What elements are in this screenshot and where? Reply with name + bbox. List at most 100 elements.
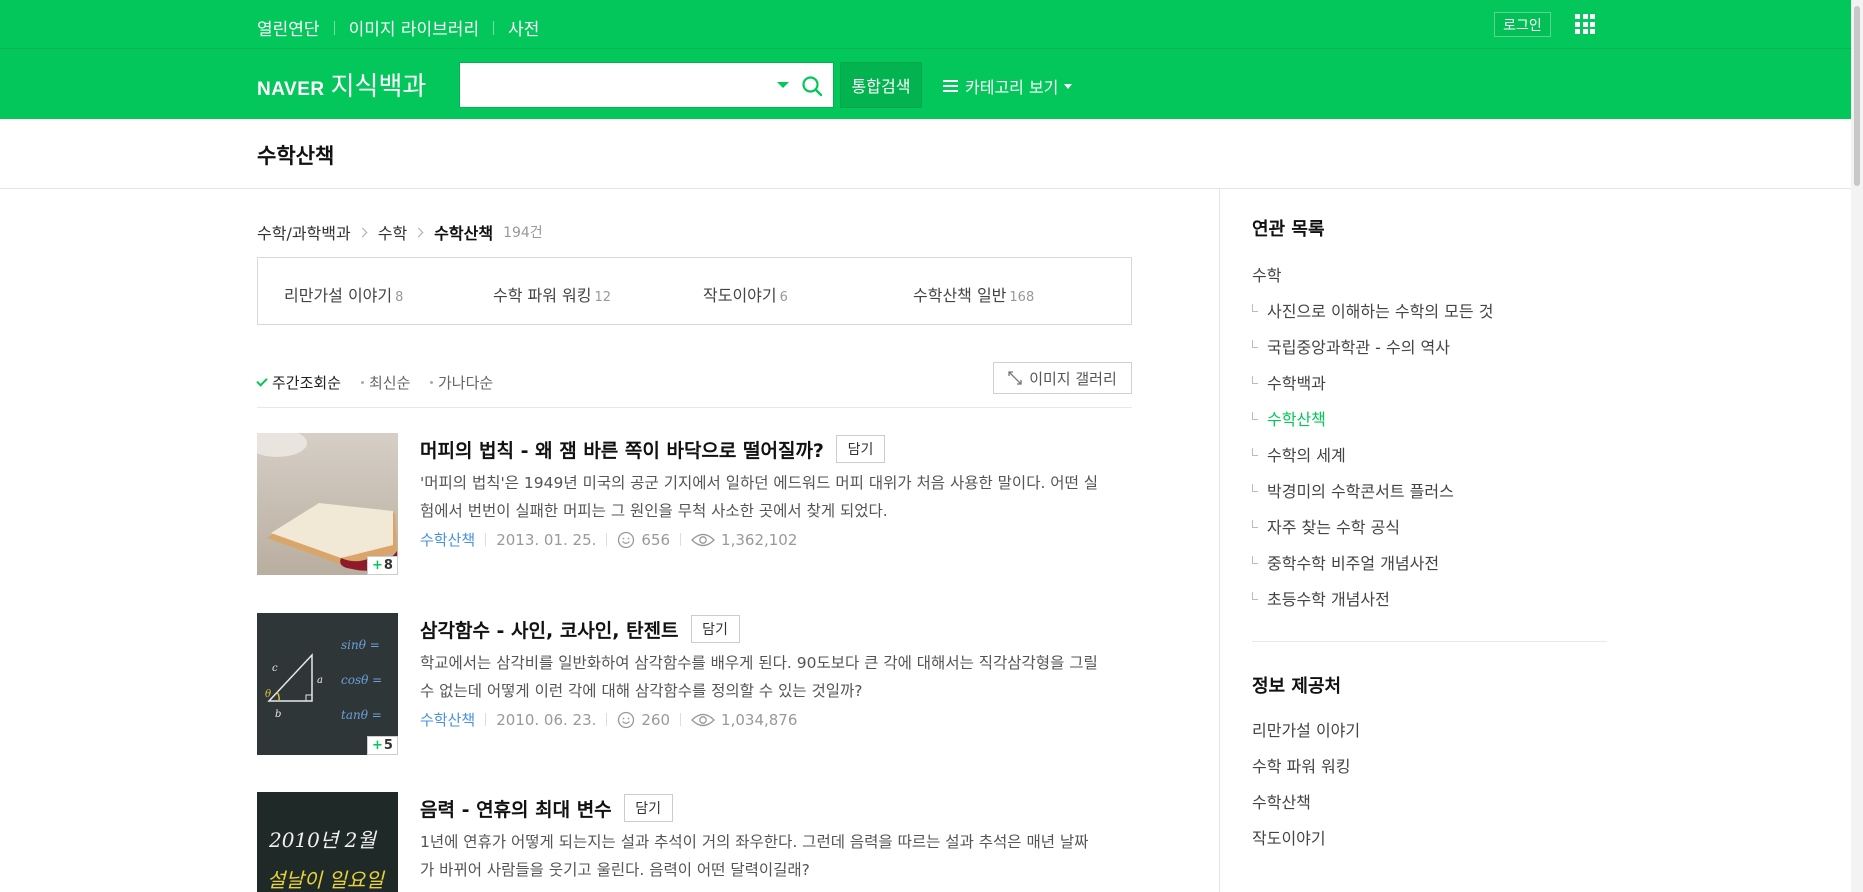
related-item-active[interactable]: 수학산책 [1252, 406, 1326, 430]
related-item[interactable]: 박경미의 수학콘서트 플러스 [1252, 478, 1454, 502]
sort-label: 최신순 [369, 374, 411, 392]
provider-link[interactable]: 리만가설 이야기 [1252, 717, 1360, 741]
svg-text:θ: θ [265, 689, 271, 700]
breadcrumb-item[interactable]: 수학 [378, 220, 407, 244]
tree-branch-icon [1252, 556, 1258, 564]
document-title[interactable]: 삼각함수 - 사인, 코사인, 탄젠트 [420, 616, 679, 643]
save-button[interactable]: 담기 [835, 435, 885, 463]
global-nav: 열린연단 이미지 라이브러리 사전 [257, 15, 539, 40]
aside-section-divider [1252, 641, 1607, 642]
meta-separator [606, 713, 608, 726]
subcategory-box: 리만가설 이야기 8 수학 파워 워킹 12 작도이야기 6 수학산책 일반 168 [257, 257, 1132, 325]
document-thumbnail[interactable]: 2010년 2월 설날이 일요일 [257, 792, 398, 892]
document-count: 194건 [503, 225, 543, 241]
category-view-label: 카테고리 보기 [965, 78, 1059, 97]
gallery-label: 이미지 갤러리 [1029, 369, 1117, 388]
top-header: 열린연단 이미지 라이브러리 사전 로그인 NAVER 지식백과 통합검색 카테… [0, 0, 1851, 119]
document-date: 2013. 01. 25. [496, 530, 597, 549]
tree-branch-icon [1252, 592, 1258, 600]
trig-chalkboard-image: c a b θ sinθ = cosθ = tanθ = [257, 613, 398, 755]
provider-link[interactable]: 수학 파워 워킹 [1252, 753, 1351, 777]
subcategory-item[interactable]: 수학 파워 워킹 12 [493, 282, 611, 306]
tree-branch-icon [1252, 376, 1258, 384]
subcategory-item[interactable]: 수학산책 일반 168 [913, 282, 1034, 306]
tree-branch-icon [1252, 412, 1258, 420]
like-count: 656 [641, 530, 671, 549]
document-title[interactable]: 머피의 법칙 - 왜 잼 바른 쪽이 바닥으로 떨어질까? [420, 436, 824, 463]
gnb-link-image-library[interactable]: 이미지 라이브러리 [349, 15, 480, 40]
svg-text:b: b [275, 709, 281, 720]
sort-weekly-views[interactable]: 주간조회순 [256, 372, 341, 393]
svg-text:cosθ =: cosθ = [341, 673, 382, 687]
chevron-right-icon [413, 227, 424, 237]
page-title: 수학산책 [257, 144, 335, 168]
breadcrumb-item[interactable]: 수학/과학백과 [257, 220, 351, 244]
bullet-icon [361, 381, 364, 384]
total-search-button[interactable]: 통합검색 [840, 62, 922, 108]
document-item: c a b θ sinθ = cosθ = tanθ = +5 삼각함수 - 사… [257, 613, 1132, 758]
subcategory-count: 168 [1009, 290, 1035, 305]
bullet-icon [430, 381, 433, 384]
image-gallery-button[interactable]: 이미지 갤러리 [993, 362, 1132, 394]
page-scrollbar[interactable] [1851, 0, 1863, 892]
subcategory-label: 리만가설 이야기 [284, 286, 393, 305]
sort-latest[interactable]: 최신순 [361, 372, 410, 393]
logo[interactable]: NAVER 지식백과 [257, 66, 426, 103]
sort-alphabetical[interactable]: 가나다순 [430, 372, 493, 393]
check-icon [256, 375, 268, 387]
search-box [459, 62, 834, 108]
subcategory-label: 수학산책 일반 [913, 286, 1007, 305]
view-count: 1,034,876 [721, 710, 798, 729]
provider-link[interactable]: 수학산책 [1252, 789, 1311, 813]
document-meta: 수학산책 2013. 01. 25. 656 1,362,102 [420, 529, 797, 550]
search-input[interactable] [460, 63, 760, 107]
related-item[interactable]: 수학백과 [1252, 370, 1326, 394]
related-item[interactable]: 자주 찾는 수학 공식 [1252, 514, 1400, 538]
related-sidebar: 연관 목록 수학 사진으로 이해하는 수학의 모든 것 국립중앙과학관 - 수의… [1252, 215, 1607, 848]
subcategory-count: 12 [594, 290, 612, 305]
login-button[interactable]: 로그인 [1494, 12, 1551, 37]
save-button[interactable]: 담기 [690, 615, 740, 643]
tree-branch-icon [1252, 484, 1258, 492]
apps-grid-icon[interactable] [1575, 14, 1595, 34]
gnb-separator [333, 20, 335, 35]
document-thumbnail[interactable]: +8 [257, 433, 398, 575]
related-item[interactable]: 사진으로 이해하는 수학의 모든 것 [1252, 298, 1493, 322]
aside-divider [1219, 189, 1220, 892]
document-source[interactable]: 수학산책 [420, 529, 475, 550]
meta-separator [485, 533, 487, 546]
subcategory-item[interactable]: 작도이야기 6 [703, 282, 788, 306]
category-view-button[interactable]: 카테고리 보기 [943, 74, 1073, 98]
svg-text:c: c [272, 663, 278, 674]
like-count: 260 [641, 710, 671, 729]
document-thumbnail[interactable]: c a b θ sinθ = cosθ = tanθ = +5 [257, 613, 398, 755]
document-date: 2010. 06. 23. [496, 710, 597, 729]
document-title[interactable]: 음력 - 연휴의 최대 변수 [420, 795, 612, 822]
eye-icon [691, 532, 715, 548]
related-item[interactable]: 중학수학 비주얼 개념사전 [1252, 550, 1439, 574]
document-title-row: 삼각함수 - 사인, 코사인, 탄젠트 담기 [420, 615, 740, 643]
search-icon[interactable] [801, 75, 823, 97]
image-count-badge: +5 [367, 736, 398, 755]
related-item[interactable]: 초등수학 개념사전 [1252, 586, 1390, 610]
provider-link[interactable]: 작도이야기 [1252, 825, 1326, 849]
document-meta: 수학산책 2010. 06. 23. 260 1,034,876 [420, 709, 797, 730]
document-source[interactable]: 수학산책 [420, 709, 475, 730]
subcategory-count: 6 [779, 290, 788, 305]
service-name: 지식백과 [330, 72, 427, 102]
save-button[interactable]: 담기 [623, 794, 673, 822]
related-item[interactable]: 국립중앙과학관 - 수의 역사 [1252, 334, 1450, 358]
title-bar: 수학산책 [0, 119, 1851, 189]
gnb-link-dictionary[interactable]: 사전 [508, 15, 539, 40]
tree-branch-icon [1252, 448, 1258, 456]
gnb-link-open-lecture[interactable]: 열린연단 [257, 15, 320, 40]
header-divider [0, 48, 1851, 49]
related-root-link[interactable]: 수학 [1252, 262, 1281, 286]
autocomplete-toggle-icon[interactable] [777, 82, 789, 88]
related-item[interactable]: 수학의 세계 [1252, 442, 1346, 466]
list-icon [943, 80, 958, 92]
subcategory-item[interactable]: 리만가설 이야기 8 [284, 282, 403, 306]
view-count: 1,362,102 [721, 530, 798, 549]
eye-icon [691, 712, 715, 728]
scrollbar-thumb[interactable] [1854, 6, 1860, 186]
